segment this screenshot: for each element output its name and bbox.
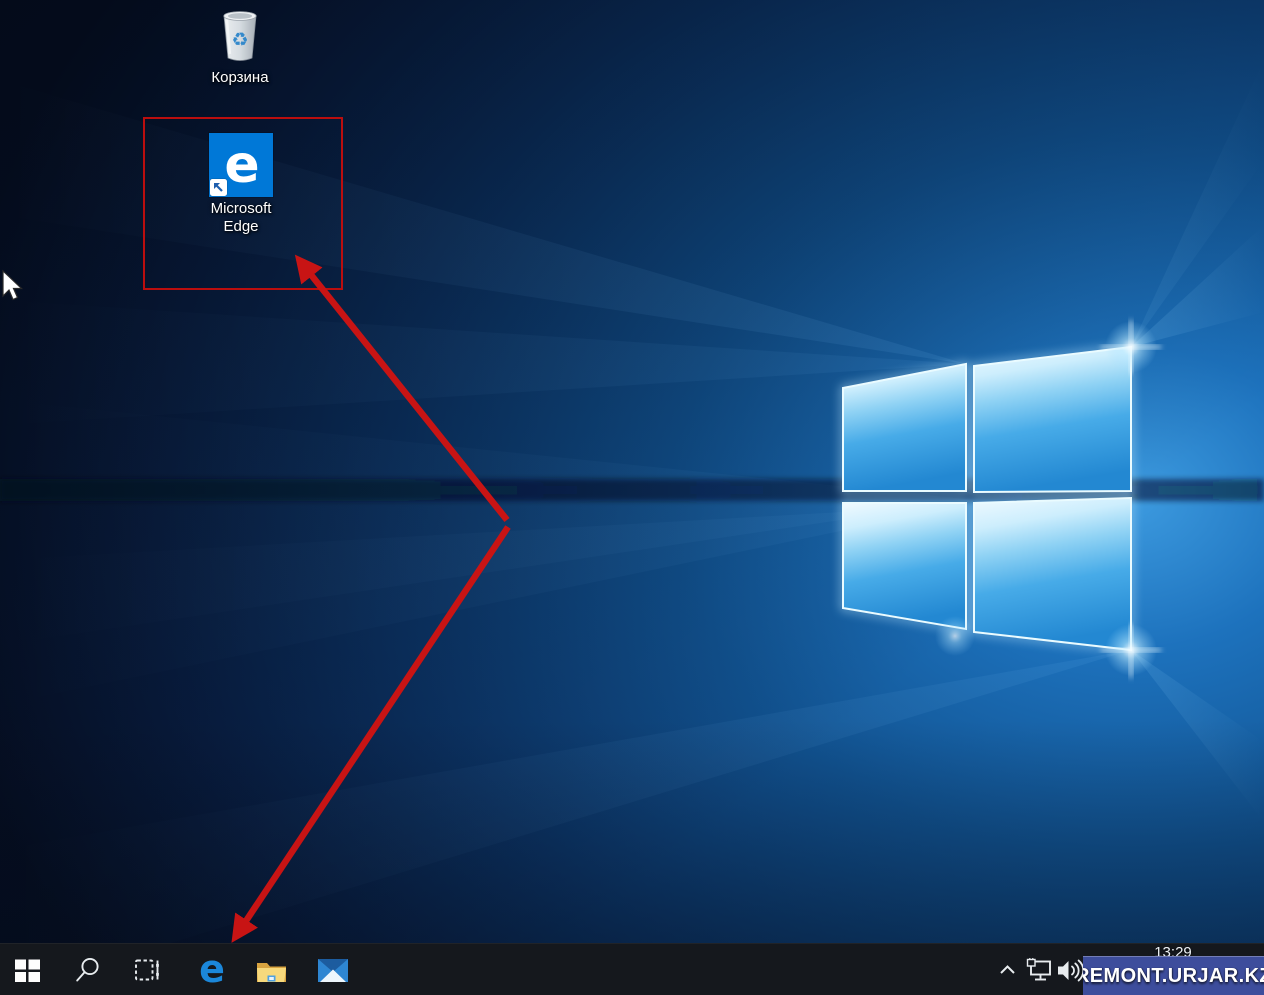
task-view-icon xyxy=(132,956,162,984)
search-icon xyxy=(74,956,101,984)
show-hidden-icons-button[interactable] xyxy=(995,944,1019,995)
taskbar-edge-button[interactable]: e xyxy=(189,944,235,995)
recycle-glyph: ♻ xyxy=(231,30,248,51)
mail-envelope-icon xyxy=(316,955,350,986)
taskbar: e xyxy=(0,943,1264,995)
file-explorer-icon xyxy=(255,956,288,985)
edge-taskbar-icon: e xyxy=(194,951,230,989)
chevron-up-icon xyxy=(998,963,1017,977)
window-pane-bottom-left xyxy=(843,503,966,629)
edge-taskbar-glyph: e xyxy=(199,951,225,989)
start-button[interactable] xyxy=(4,944,50,995)
taskbar-search-button[interactable] xyxy=(64,944,110,995)
annotation-highlight-box xyxy=(143,117,343,290)
network-status-button[interactable] xyxy=(1024,944,1054,995)
ethernet-network-icon xyxy=(1026,958,1053,983)
desktop-icon-recycle-bin[interactable]: ♻ Корзина xyxy=(188,6,292,87)
recycle-bin-label: Корзина xyxy=(188,69,292,87)
windows-logo-icon xyxy=(14,957,41,984)
speaker-volume-icon xyxy=(1056,957,1085,984)
task-view-button[interactable] xyxy=(124,944,170,995)
volume-button[interactable] xyxy=(1054,944,1086,995)
watermark-banner: REMONT.URJAR.KZ xyxy=(1083,956,1264,995)
window-pane-bottom-right xyxy=(974,498,1131,650)
mail-button[interactable] xyxy=(310,944,356,995)
file-explorer-button[interactable] xyxy=(248,944,294,995)
window-pane-top-right xyxy=(974,347,1131,492)
recycle-bin-icon: ♻ xyxy=(212,6,268,66)
windows-desktop-screen: ♻ Корзина e Microsoft Edge xyxy=(0,0,1264,995)
